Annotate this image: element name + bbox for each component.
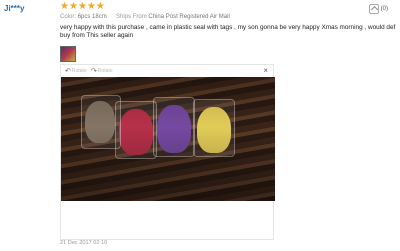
rotate-right-icon: ↷ <box>91 68 97 75</box>
color-value: 6pcs 18cm <box>77 14 107 20</box>
star-icon: ★ <box>95 1 105 12</box>
star-icon: ★ <box>68 1 78 12</box>
shipping-label: Ships From <box>116 14 147 20</box>
review-photo <box>61 77 275 201</box>
shipping-value: China Post Registered Air Mail <box>148 14 230 20</box>
rotate-left-button[interactable]: ↶ Rotate <box>65 67 87 75</box>
star-icon: ★ <box>77 1 87 12</box>
helpful-button[interactable]: (0) <box>368 4 388 14</box>
review-meta: Color: 6pcs 18cm Ships From China Post R… <box>60 14 230 20</box>
rating-stars: ★ ★ ★ ★ ★ <box>60 2 105 12</box>
reviewer-name: Ji***y <box>4 4 25 13</box>
viewer-toolbar: ↶ Rotate ↷ Rotate × <box>61 65 273 77</box>
close-icon[interactable]: × <box>263 66 268 75</box>
photo-viewer: ↶ Rotate ↷ Rotate × <box>60 64 275 240</box>
rotate-left-icon: ↶ <box>65 68 71 75</box>
rotate-right-button[interactable]: ↷ Rotate <box>91 67 113 75</box>
review-date: 21 Dec 2017 02:10 <box>60 240 108 246</box>
review-photo-thumbnail[interactable] <box>60 46 76 62</box>
star-icon: ★ <box>86 1 96 12</box>
rotate-right-label: Rotate <box>97 68 113 74</box>
star-icon: ★ <box>60 1 69 12</box>
rotate-left-label: Rotate <box>71 68 87 74</box>
thumbs-up-icon <box>368 4 379 14</box>
review-text: very happy with this purchase , came in … <box>60 24 396 39</box>
photo-shading <box>61 77 275 201</box>
helpful-count: (0) <box>380 6 388 12</box>
color-label: Color: <box>60 14 77 20</box>
